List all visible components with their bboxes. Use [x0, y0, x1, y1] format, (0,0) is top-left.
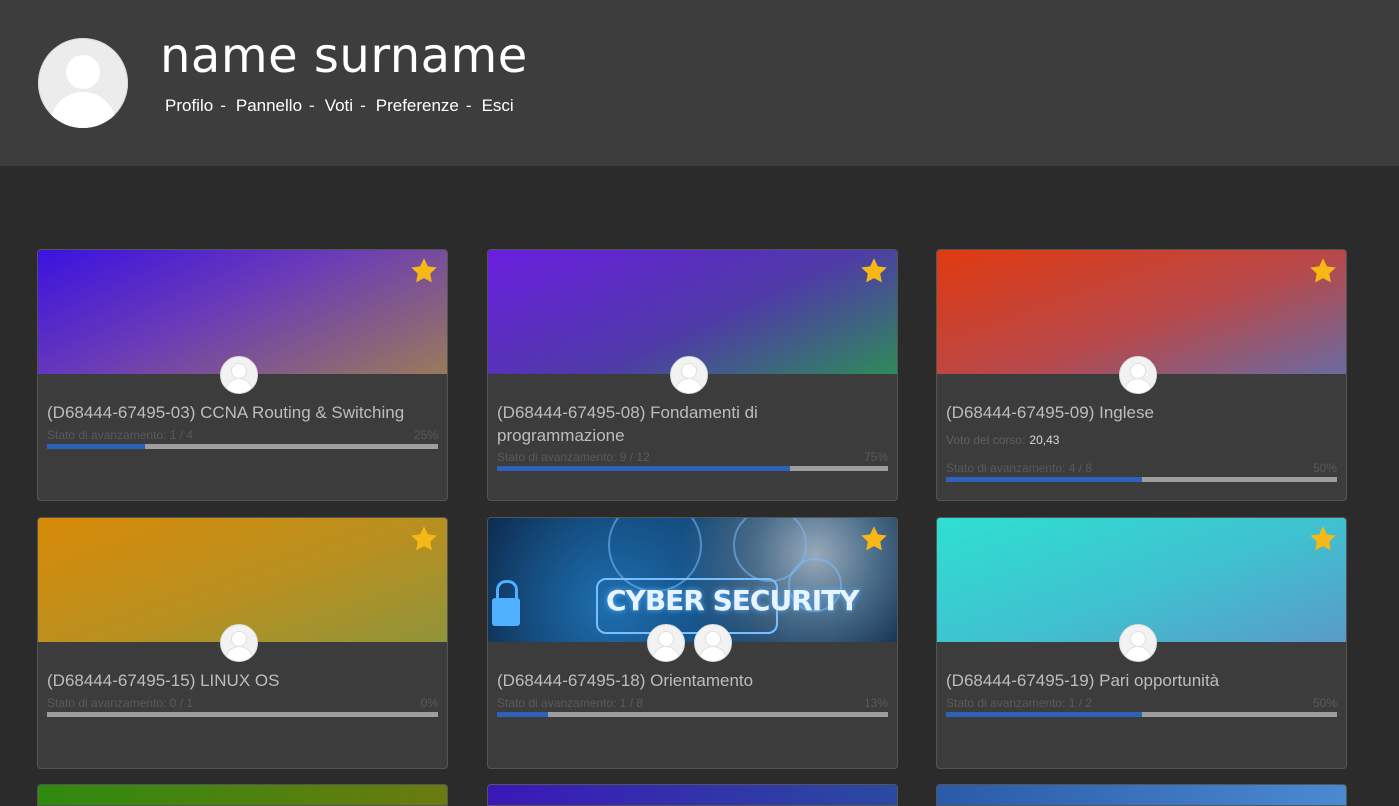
course-title[interactable]: (D68444-67495-03) CCNA Routing & Switchi… — [47, 401, 437, 424]
user-avatar-icon[interactable] — [38, 38, 128, 128]
avatar-head — [66, 55, 100, 89]
grade-label: Voto del corso: — [946, 433, 1026, 447]
progress-label: Stato di avanzamento: 9 / 12 — [497, 450, 650, 464]
progress-label: Stato di avanzamento: 1 / 2 — [946, 696, 1093, 710]
nav-separator: - — [220, 96, 226, 115]
course-card[interactable]: (D68444-67495-09) Inglese Voto del corso… — [936, 249, 1347, 501]
teacher-avatar-icon[interactable] — [220, 356, 258, 394]
course-title[interactable]: (D68444-67495-19) Pari opportunità — [946, 669, 1336, 692]
course-title[interactable]: (D68444-67495-08) Fondamenti di programm… — [497, 401, 887, 447]
progress-bar — [946, 712, 1337, 717]
course-grade: Voto del corso: 20,43 — [946, 433, 1059, 447]
course-card-partial[interactable] — [487, 784, 898, 806]
course-card[interactable]: CYBER SECURITY (D68444-67495-18) Orienta… — [487, 517, 898, 769]
nav-esci-link[interactable]: Esci — [482, 96, 514, 115]
profile-header: name surname Profilo - Pannello - Voti - Prefe… — [0, 0, 1399, 166]
progress-percent: 50% — [1312, 696, 1337, 710]
progress-percent: 75% — [863, 450, 888, 464]
teacher-avatar-icon[interactable] — [694, 624, 732, 662]
course-card-partial[interactable] — [37, 784, 448, 806]
progress-bar — [47, 444, 438, 449]
progress-label: Stato di avanzamento: 1 / 4 — [47, 428, 194, 442]
avatar-body — [50, 92, 116, 128]
course-card[interactable]: (D68444-67495-19) Pari opportunità Stato… — [936, 517, 1347, 769]
user-name: name surname — [160, 28, 528, 84]
course-card[interactable]: (D68444-67495-08) Fondamenti di programm… — [487, 249, 898, 501]
progress-percent: 13% — [863, 696, 888, 710]
progress-fill — [47, 444, 145, 449]
course-title[interactable]: (D68444-67495-18) Orientamento — [497, 669, 887, 692]
teacher-avatar-icon[interactable] — [647, 624, 685, 662]
progress-bar — [946, 477, 1337, 482]
nav-separator: - — [360, 96, 366, 115]
star-icon[interactable] — [1308, 256, 1338, 286]
teacher-avatar-icon[interactable] — [220, 624, 258, 662]
course-card[interactable]: (D68444-67495-03) CCNA Routing & Switchi… — [37, 249, 448, 501]
progress-fill — [946, 712, 1142, 717]
nav-preferenze-link[interactable]: Preferenze — [376, 96, 459, 115]
course-card-partial[interactable] — [936, 784, 1347, 806]
progress-label: Stato di avanzamento: 0 / 1 — [47, 696, 194, 710]
progress-label: Stato di avanzamento: 4 / 8 — [946, 461, 1093, 475]
star-icon[interactable] — [859, 524, 889, 554]
progress-fill — [497, 712, 548, 717]
nav-pannello-link[interactable]: Pannello — [236, 96, 302, 115]
progress-fill — [946, 477, 1142, 482]
progress-bar — [47, 712, 438, 717]
progress-label: Stato di avanzamento: 1 / 8 — [497, 696, 644, 710]
star-icon[interactable] — [859, 256, 889, 286]
star-icon[interactable] — [1308, 524, 1338, 554]
cyber-security-image: CYBER SECURITY — [488, 518, 897, 642]
progress-percent: 0% — [420, 696, 438, 710]
teacher-avatar-icon[interactable] — [1119, 356, 1157, 394]
banner-text: CYBER SECURITY — [606, 584, 860, 617]
teacher-avatar-icon[interactable] — [1119, 624, 1157, 662]
nav-separator: - — [465, 96, 472, 115]
progress-bar — [497, 712, 888, 717]
star-icon[interactable] — [409, 524, 439, 554]
course-card[interactable]: (D68444-67495-15) LINUX OS Stato di avan… — [37, 517, 448, 769]
profile-nav: Profilo - Pannello - Voti - Preferenze - Esci — [165, 96, 514, 116]
progress-percent: 50% — [1312, 461, 1337, 475]
progress-percent: 25% — [413, 428, 438, 442]
lock-icon — [492, 598, 520, 626]
progress-bar — [497, 466, 888, 471]
star-icon[interactable] — [409, 256, 439, 286]
nav-voti-link[interactable]: Voti — [325, 96, 353, 115]
nav-separator: - — [309, 96, 315, 115]
course-title[interactable]: (D68444-67495-15) LINUX OS — [47, 669, 437, 692]
nav-profilo-link[interactable]: Profilo — [165, 96, 213, 115]
course-title[interactable]: (D68444-67495-09) Inglese — [946, 401, 1336, 424]
teacher-avatar-icon[interactable] — [670, 356, 708, 394]
grade-value: 20,43 — [1029, 433, 1060, 447]
progress-fill — [497, 466, 791, 471]
